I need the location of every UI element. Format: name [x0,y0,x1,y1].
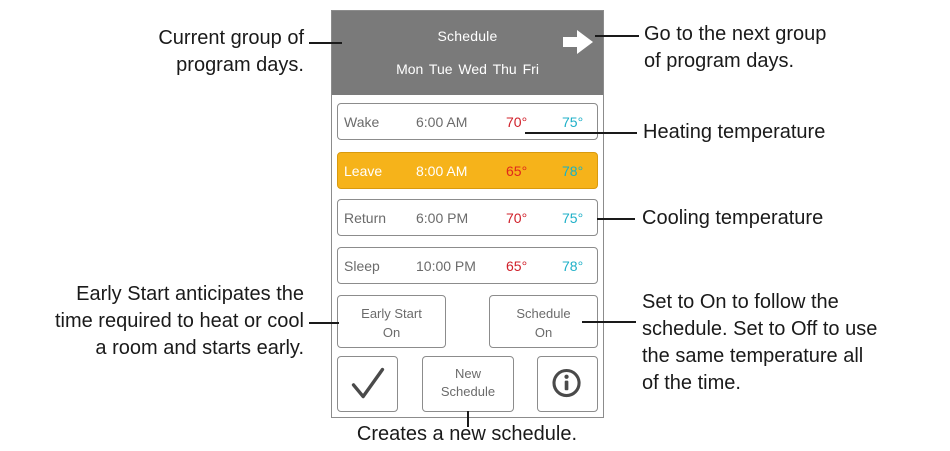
heating-setpoint: 65° [506,163,528,179]
period-name: Leave [344,163,383,179]
new-schedule-button[interactable]: New Schedule [422,356,514,412]
leader-line [309,42,342,44]
callout-heating-temperature: Heating temperature [643,121,826,143]
leader-line [525,132,637,134]
heating-setpoint: 70° [506,114,528,130]
callout-cooling-temperature: Cooling temperature [642,207,824,229]
callout-early-start: Early Start anticipates the time require… [54,283,304,359]
checkmark-icon [351,367,385,399]
period-name: Wake [344,114,380,130]
leader-line [597,218,635,220]
early-start-label: Early Start [361,306,422,321]
early-start-button[interactable]: Early Start On [337,295,446,348]
schedule-header: Schedule Mon Tue Wed Thu Fri [332,11,603,95]
leader-line [309,322,339,324]
cooling-setpoint: 75° [562,210,584,226]
thermostat-screen: Schedule Mon Tue Wed Thu Fri Wake 6:00 A… [331,10,604,418]
program-day-group: Mon Tue Wed Thu Fri [396,61,539,77]
right-arrow-icon[interactable] [561,28,595,56]
info-icon [552,368,581,398]
callout-current-group: Current group of program days. [158,27,304,76]
confirm-button[interactable] [337,356,398,412]
cooling-setpoint: 78° [562,258,584,274]
period-time: 10:00 PM [416,258,476,274]
cooling-setpoint: 78° [562,163,584,179]
callout-new-schedule: Creates a new schedule. [356,423,578,445]
info-button[interactable] [537,356,598,412]
leader-line [582,321,636,323]
schedule-row-leave[interactable]: Leave 8:00 AM 65° 78° [337,152,598,189]
period-time: 6:00 PM [416,210,469,226]
early-start-state: On [382,325,401,340]
new-schedule-label-line1: New [454,366,481,381]
period-name: Sleep [344,258,380,274]
callout-next-group: Go to the next group of program days. [644,23,827,72]
cooling-setpoint: 75° [562,114,584,130]
callout-schedule-toggle: Set to On to follow the schedule. Set to… [642,291,878,394]
leader-line [595,35,639,37]
schedule-toggle-state: On [534,325,553,340]
schedule-row-wake[interactable]: Wake 6:00 AM 70° 75° [337,103,598,140]
schedule-toggle-label: Schedule [516,306,571,321]
schedule-row-return[interactable]: Return 6:00 PM 70° 75° [337,199,598,236]
heating-setpoint: 70° [506,210,528,226]
period-name: Return [344,210,387,226]
period-time: 6:00 AM [416,114,468,130]
new-schedule-label-line2: Schedule [440,384,496,399]
period-time: 8:00 AM [416,163,468,179]
heating-setpoint: 65° [506,258,528,274]
schedule-row-sleep[interactable]: Sleep 10:00 PM 65° 78° [337,247,598,284]
